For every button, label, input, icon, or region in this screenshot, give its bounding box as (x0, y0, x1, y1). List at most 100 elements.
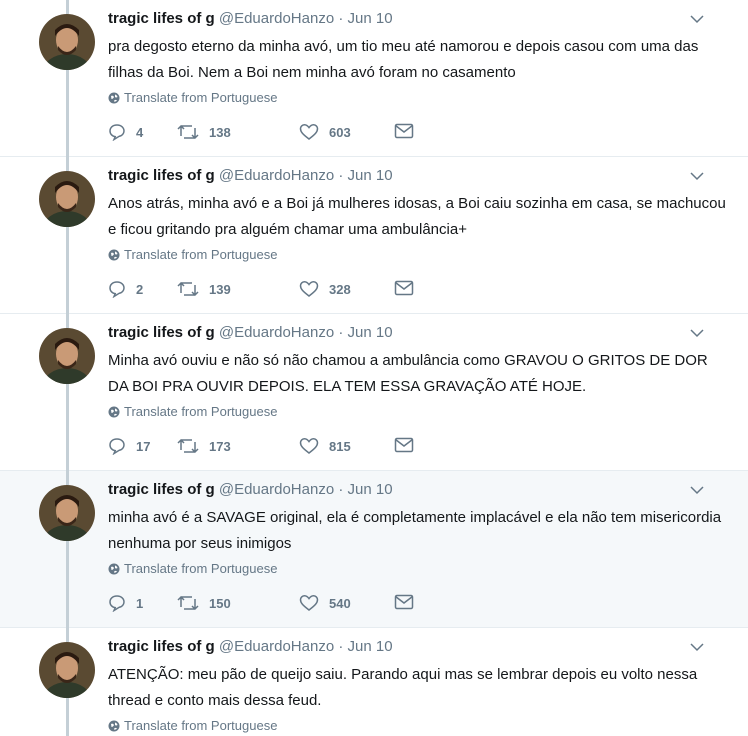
translate-link[interactable]: Translate from Portuguese (108, 90, 277, 105)
author-handle[interactable]: @EduardoHanzo (219, 167, 334, 184)
reply-button[interactable]: 4 (108, 123, 143, 141)
author-name[interactable]: tragic lifes of g (108, 10, 215, 27)
chevron-down-icon[interactable] (690, 642, 704, 652)
tweet[interactable]: tragic lifes of g @EduardoHanzo · Jun 10… (0, 0, 748, 157)
tweet[interactable]: tragic lifes of g @EduardoHanzo · Jun 10… (0, 628, 748, 736)
tweet-text: Minha avó ouviu e não só não chamou a am… (108, 352, 708, 395)
like-button[interactable]: 603 (299, 123, 351, 141)
translate-link[interactable]: Translate from Portuguese (108, 718, 277, 733)
separator: · (338, 638, 344, 655)
reply-count: 17 (136, 438, 151, 454)
tweet[interactable]: tragic lifes of g @EduardoHanzo · Jun 10… (0, 314, 748, 471)
retweet-count: 139 (209, 281, 231, 297)
globe-icon (108, 720, 120, 732)
direct-message-button[interactable] (394, 123, 424, 139)
translate-link[interactable]: Translate from Portuguese (108, 247, 277, 262)
tweet-date[interactable]: Jun 10 (348, 481, 393, 498)
tweet-header: tragic lifes of g @EduardoHanzo · Jun 10 (108, 10, 393, 27)
like-button[interactable]: 540 (299, 594, 351, 612)
retweet-icon (177, 281, 199, 297)
thread-line (66, 70, 69, 157)
retweet-button[interactable]: 138 (177, 123, 231, 141)
avatar[interactable] (39, 14, 95, 70)
thread-line (66, 541, 69, 628)
chevron-down-icon[interactable] (690, 14, 704, 24)
tweet[interactable]: tragic lifes of g @EduardoHanzo · Jun 10… (0, 471, 748, 628)
globe-icon (108, 563, 120, 575)
translate-link[interactable]: Translate from Portuguese (108, 561, 277, 576)
retweet-count: 150 (209, 595, 231, 611)
thread-line (66, 157, 69, 171)
direct-message-button[interactable] (394, 437, 424, 453)
author-handle[interactable]: @EduardoHanzo (219, 10, 334, 27)
separator: · (338, 10, 344, 27)
author-name[interactable]: tragic lifes of g (108, 324, 215, 341)
author-name[interactable]: tragic lifes of g (108, 481, 215, 498)
reply-icon (109, 438, 125, 455)
like-count: 815 (329, 438, 351, 454)
tweet-date[interactable]: Jun 10 (348, 324, 393, 341)
tweet-header: tragic lifes of g @EduardoHanzo · Jun 10 (108, 638, 393, 655)
tweet-header: tragic lifes of g @EduardoHanzo · Jun 10 (108, 481, 393, 498)
envelope-icon (394, 123, 414, 139)
heart-icon (299, 124, 319, 140)
avatar[interactable] (39, 328, 95, 384)
reply-count: 2 (136, 281, 144, 297)
tweet-date[interactable]: Jun 10 (348, 167, 393, 184)
envelope-icon (394, 280, 414, 296)
thread-line (66, 314, 69, 328)
chevron-down-icon[interactable] (690, 328, 704, 338)
avatar[interactable] (39, 171, 95, 227)
translate-link[interactable]: Translate from Portuguese (108, 404, 277, 419)
reply-button[interactable]: 17 (108, 437, 150, 455)
retweet-count: 138 (209, 124, 231, 140)
reply-icon (109, 281, 125, 298)
author-name[interactable]: tragic lifes of g (108, 638, 215, 655)
chevron-down-icon[interactable] (690, 485, 704, 495)
tweet[interactable]: tragic lifes of g @EduardoHanzo · Jun 10… (0, 157, 748, 314)
like-count: 328 (329, 281, 351, 297)
reply-icon (109, 124, 125, 141)
tweet-header: tragic lifes of g @EduardoHanzo · Jun 10 (108, 324, 393, 341)
tweet-actions: 2 139 328 (108, 280, 428, 300)
like-count: 540 (329, 595, 351, 611)
tweet-date[interactable]: Jun 10 (348, 10, 393, 27)
translate-label: Translate from Portuguese (124, 247, 278, 262)
thread-line (66, 698, 69, 736)
thread-line (66, 227, 69, 314)
retweet-icon (177, 438, 199, 454)
like-button[interactable]: 328 (299, 280, 351, 298)
author-handle[interactable]: @EduardoHanzo (219, 481, 334, 498)
reply-button[interactable]: 1 (108, 594, 143, 612)
envelope-icon (394, 437, 414, 453)
retweet-button[interactable]: 173 (177, 437, 231, 455)
author-name[interactable]: tragic lifes of g (108, 167, 215, 184)
avatar[interactable] (39, 642, 95, 698)
retweet-button[interactable]: 139 (177, 280, 231, 298)
tweet-date[interactable]: Jun 10 (348, 638, 393, 655)
author-handle[interactable]: @EduardoHanzo (219, 324, 334, 341)
retweet-icon (177, 124, 199, 140)
reply-icon (109, 595, 125, 612)
heart-icon (299, 438, 319, 454)
heart-icon (299, 281, 319, 297)
like-button[interactable]: 815 (299, 437, 351, 455)
avatar[interactable] (39, 485, 95, 541)
translate-label: Translate from Portuguese (124, 718, 278, 733)
thread-line (66, 0, 69, 14)
direct-message-button[interactable] (394, 280, 424, 296)
globe-icon (108, 249, 120, 261)
author-handle[interactable]: @EduardoHanzo (219, 638, 334, 655)
translate-label: Translate from Portuguese (124, 404, 278, 419)
retweet-icon (177, 595, 199, 611)
reply-button[interactable]: 2 (108, 280, 143, 298)
tweet-actions: 17 173 815 (108, 437, 428, 457)
direct-message-button[interactable] (394, 594, 424, 610)
chevron-down-icon[interactable] (690, 171, 704, 181)
tweet-header: tragic lifes of g @EduardoHanzo · Jun 10 (108, 167, 393, 184)
retweet-button[interactable]: 150 (177, 594, 231, 612)
thread-line (66, 384, 69, 471)
globe-icon (108, 92, 120, 104)
tweet-text: minha avó é a SAVAGE original, ela é com… (108, 509, 722, 552)
tweet-actions: 4 138 603 (108, 123, 428, 143)
